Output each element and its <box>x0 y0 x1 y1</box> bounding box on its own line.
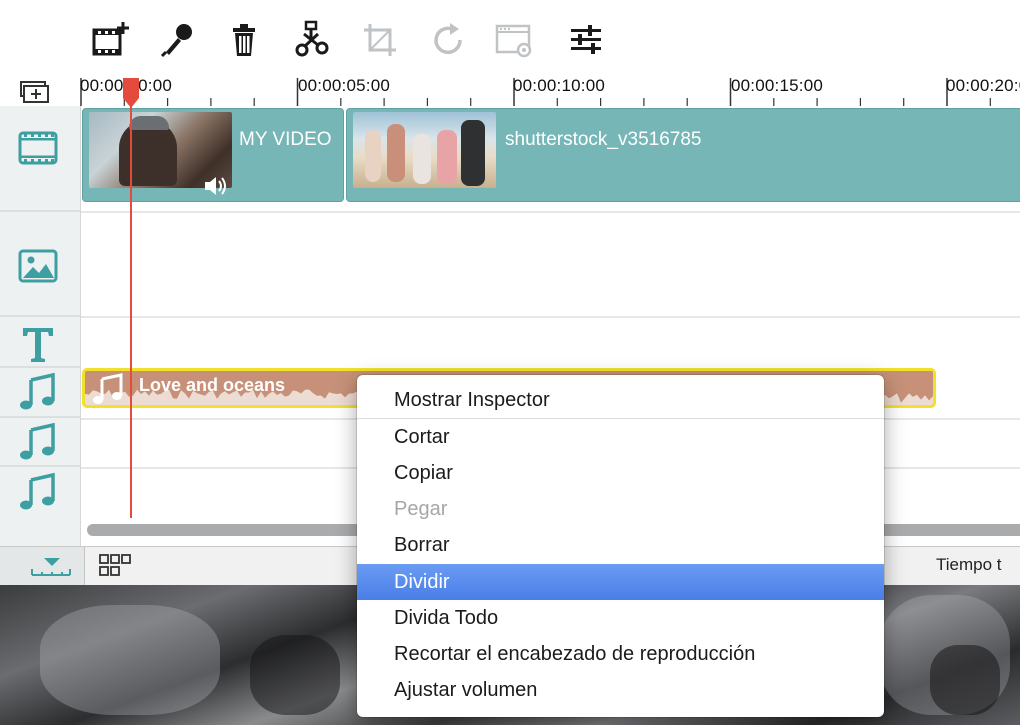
trash-icon <box>233 24 255 56</box>
text-track-header[interactable] <box>14 322 62 366</box>
clip-title: MY VIDEO <box>239 129 332 150</box>
audio-track-2-header[interactable] <box>14 420 62 464</box>
clip-title: shutterstock_v3516785 <box>505 129 702 150</box>
track-separator <box>0 416 80 418</box>
split-button[interactable] <box>288 16 336 64</box>
add-clip-button[interactable] <box>86 16 134 64</box>
menu-item-adjust-volume[interactable]: Ajustar volumen <box>357 672 884 708</box>
add-clip-icon <box>92 22 129 56</box>
clip-settings-icon <box>495 24 532 58</box>
fit-timeline-icon <box>31 558 71 576</box>
ruler-label: 00:00:05:00 <box>298 76 391 95</box>
total-time-label: Tiempo t <box>936 555 1002 574</box>
music-note-icon <box>20 372 55 410</box>
audio-track-1-header[interactable] <box>14 370 62 414</box>
record-voice-button[interactable] <box>154 16 202 64</box>
menu-item-paste[interactable]: Pegar <box>357 491 884 527</box>
text-icon <box>23 328 53 362</box>
video-clip[interactable]: shutterstock_v3516785 <box>346 108 1020 202</box>
menu-item-cut[interactable]: Cortar <box>357 419 884 455</box>
ruler-label: 00:00:10:00 <box>513 76 606 95</box>
video-thumbnail <box>353 112 496 188</box>
menu-item-delete[interactable]: Borrar <box>357 527 884 563</box>
track-separator <box>0 210 80 212</box>
clip-settings-button[interactable] <box>490 16 538 64</box>
track-separator <box>0 465 80 467</box>
audio-clip-title: Love and oceans <box>139 375 286 395</box>
zoom-to-fit-button[interactable] <box>0 547 85 585</box>
add-track-icon[interactable] <box>18 80 52 104</box>
track-separator <box>0 315 80 317</box>
crop-icon <box>364 24 396 56</box>
menu-item-split[interactable]: Dividir <box>357 564 884 600</box>
music-note-icon <box>93 373 123 404</box>
image-track[interactable] <box>81 211 1020 317</box>
app-window: 00:00:00:00 00:00:05:00 00:00:10:00 00:0… <box>0 0 1020 725</box>
video-track-header[interactable] <box>14 126 62 170</box>
menu-item-copy[interactable]: Copiar <box>357 455 884 491</box>
audio-speaker-icon <box>205 177 226 195</box>
playhead-line[interactable] <box>130 86 132 518</box>
video-clip[interactable]: MY VIDEO <box>82 108 344 202</box>
menu-item-show-inspector[interactable]: Mostrar Inspector <box>357 382 884 418</box>
adjust-sliders-icon <box>571 25 601 54</box>
delete-button[interactable] <box>220 16 268 64</box>
rotate-button[interactable] <box>424 16 472 64</box>
timeline-ruler[interactable]: 00:00:00:00 00:00:05:00 00:00:10:00 00:0… <box>0 76 1020 107</box>
menu-item-split-all[interactable]: Divida Todo <box>357 600 884 636</box>
toolbar <box>0 0 1020 78</box>
adjust-button[interactable] <box>562 16 610 64</box>
ruler-label: 00:00:15:00 <box>731 76 824 95</box>
music-note-icon <box>20 472 55 510</box>
microphone-icon <box>160 24 192 58</box>
track-headers <box>0 106 81 546</box>
rotate-icon <box>434 23 462 55</box>
track-separator <box>0 366 80 368</box>
playhead-handle-icon[interactable] <box>122 78 140 108</box>
ruler-ticks: 00:00:00:00 00:00:05:00 00:00:10:00 00:0… <box>80 76 1020 106</box>
menu-item-trim-to-playhead[interactable]: Recortar el encabezado de reproducción <box>357 636 884 672</box>
storyboard-grid-icon[interactable] <box>98 553 138 579</box>
ruler-label: 00:00:20:00 <box>946 76 1020 95</box>
split-scissors-icon <box>295 20 329 57</box>
film-strip-icon <box>18 131 58 165</box>
image-track-header[interactable] <box>14 244 62 288</box>
context-menu: Mostrar Inspector Cortar Copiar Pegar Bo… <box>357 375 884 717</box>
audio-track-3-header[interactable] <box>14 470 62 514</box>
music-note-icon <box>20 422 55 460</box>
image-icon <box>18 249 58 283</box>
crop-button[interactable] <box>356 16 404 64</box>
text-track[interactable] <box>81 316 1020 368</box>
